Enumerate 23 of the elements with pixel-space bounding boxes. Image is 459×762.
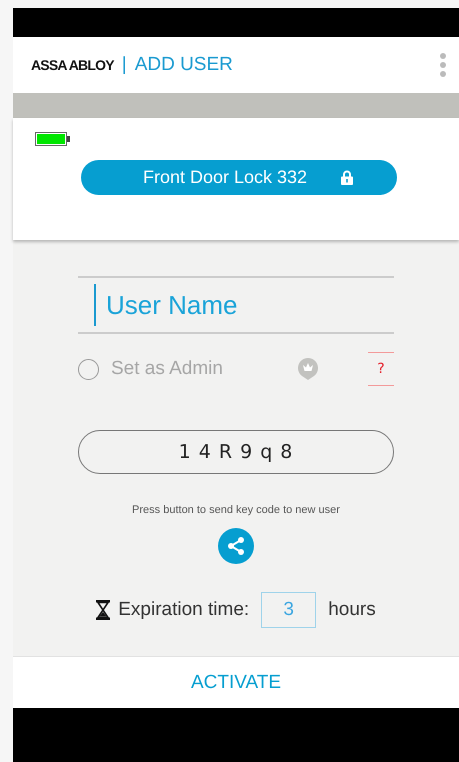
admin-radio[interactable] [78, 358, 99, 380]
more-menu-icon[interactable] [439, 52, 447, 78]
send-hint-text: Press button to send key code to new user [132, 504, 340, 516]
expiration-label: Expiration time: [118, 599, 250, 621]
share-icon [226, 536, 246, 556]
key-code-display: 1 4 R 9 q 8 [78, 430, 394, 474]
lock-name: Front Door Lock 332 [142, 167, 308, 188]
activate-button[interactable]: ACTIVATE [180, 668, 292, 698]
battery-icon [35, 132, 70, 146]
crown-pin-icon [298, 358, 318, 380]
share-button[interactable] [218, 528, 254, 564]
title-separator: | [122, 54, 127, 76]
admin-label: Set as Admin [111, 358, 224, 380]
expiration-hours-field[interactable]: 3 [261, 592, 316, 628]
text-cursor [94, 284, 96, 326]
user-name-field[interactable]: User Name [106, 290, 366, 320]
hours-unit: hours [328, 599, 376, 621]
help-link[interactable]: ? [368, 352, 394, 386]
lock-selector[interactable]: Front Door Lock 332 [81, 160, 397, 195]
page-title: ADD USER [134, 54, 234, 76]
padlock-icon [341, 170, 354, 185]
hourglass-icon [96, 600, 110, 620]
brand-logo: ASSA ABLOY [31, 57, 114, 73]
